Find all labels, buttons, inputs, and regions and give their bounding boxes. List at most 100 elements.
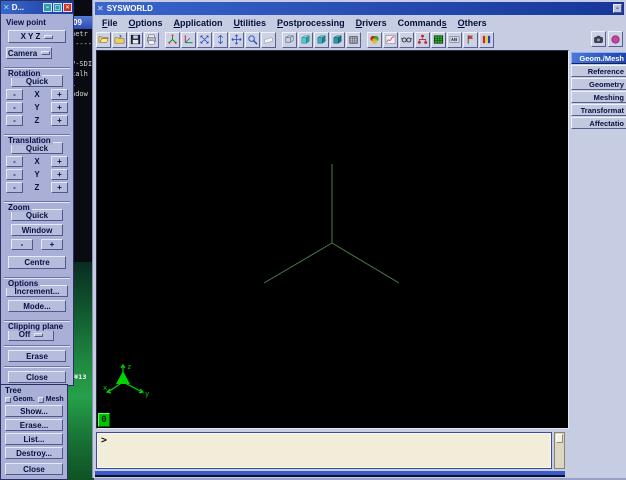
shaded-box-icon: [316, 34, 327, 45]
mode-button[interactable]: Mode...: [8, 300, 66, 312]
solid-box-button[interactable]: [330, 32, 345, 48]
svg-text:z: z: [127, 363, 131, 371]
rotation-z-minus-button[interactable]: -: [6, 115, 23, 126]
rotation-x-minus-button[interactable]: -: [6, 89, 23, 100]
translation-y-plus-button[interactable]: +: [51, 169, 68, 180]
mesh-view-icon: [433, 34, 444, 45]
tree-list-button[interactable]: List...: [5, 433, 63, 445]
tree-close-button[interactable]: Close: [5, 463, 63, 475]
camera-option-button[interactable]: Camera: [6, 47, 52, 59]
checkbox-geom[interactable]: Geom.: [5, 396, 35, 403]
checkbox-icon: [5, 397, 11, 403]
right-panel: Geom./MeshReferenceGeometryMeshingTransf…: [571, 50, 626, 429]
rotate-axes-button[interactable]: [165, 32, 180, 48]
rotation-row-y: -Y+: [6, 102, 68, 113]
maximize-icon[interactable]: □: [53, 3, 62, 12]
panel-tab-transformat[interactable]: Transformat: [571, 104, 626, 116]
axis-label: Z: [23, 116, 51, 125]
print-button[interactable]: [144, 32, 159, 48]
minimize-icon[interactable]: –: [613, 4, 622, 13]
label-button[interactable]: [447, 32, 462, 48]
toolbar-group: [165, 32, 276, 48]
zoom-extents-button[interactable]: [197, 32, 212, 48]
menu-file[interactable]: File: [102, 18, 118, 28]
menu-options[interactable]: Options: [129, 18, 163, 28]
glasses-button[interactable]: [399, 32, 414, 48]
hidden-line-box-button[interactable]: [298, 32, 313, 48]
checkbox-mesh[interactable]: Mesh: [38, 396, 64, 403]
glasses-icon: [401, 34, 412, 45]
tree-checkboxes: Geom.Mesh: [5, 396, 65, 403]
scrollbar-thumb[interactable]: [556, 434, 563, 443]
wireframe-box-button[interactable]: [282, 32, 297, 48]
toolbar-left: [96, 32, 500, 48]
tree-destroy-button[interactable]: Destroy...: [5, 447, 63, 459]
minimize-icon[interactable]: –: [43, 3, 52, 12]
panel-tab-meshing[interactable]: Meshing: [571, 91, 626, 103]
pan-button[interactable]: [229, 32, 244, 48]
separator: [4, 366, 70, 368]
save-button[interactable]: [128, 32, 143, 48]
translation-x-minus-button[interactable]: -: [6, 156, 23, 167]
camera-button[interactable]: [591, 31, 606, 47]
axis-label: Y: [23, 170, 51, 179]
marker-button[interactable]: [608, 31, 623, 47]
translation-label: Translation: [6, 136, 53, 145]
panel-tab-affectatio[interactable]: Affectatio: [571, 117, 626, 129]
solid-box-icon: [332, 34, 343, 45]
translation-y-minus-button[interactable]: -: [6, 169, 23, 180]
zoom-window-button[interactable]: Window: [11, 224, 63, 236]
menu-bar: File Options Application Utilities Postproce…: [93, 15, 626, 30]
command-input-area[interactable]: >: [96, 432, 552, 469]
toolbar-group: [367, 32, 494, 48]
colorbar-button[interactable]: [479, 32, 494, 48]
menu-postprocessing[interactable]: Postprocessing: [277, 18, 345, 28]
rotation-y-minus-button[interactable]: -: [6, 102, 23, 113]
tree-show-button[interactable]: Show...: [5, 405, 63, 417]
section-separator: Rotation: [4, 63, 70, 72]
zoom-in-button[interactable]: +: [41, 239, 63, 250]
menu-drivers[interactable]: Drivers: [356, 18, 387, 28]
options-label: Options: [6, 279, 40, 288]
menu-commands[interactable]: Commands: [398, 18, 447, 28]
command-scrollbar[interactable]: [554, 432, 565, 469]
toolbar-group: [96, 32, 159, 48]
render-icon: [369, 34, 380, 45]
graphics-viewport[interactable]: z x y 0: [96, 50, 569, 429]
menu-utilities[interactable]: Utilities: [234, 18, 267, 28]
close-icon[interactable]: ✕: [63, 3, 72, 12]
dialog-titlebar: ✕ D... –□✕: [1, 1, 73, 14]
group-tree-button[interactable]: [415, 32, 430, 48]
menu-others[interactable]: Others: [458, 18, 487, 28]
tree-erase-button[interactable]: Erase...: [5, 419, 63, 431]
panel-tab-geometry[interactable]: Geometry: [571, 78, 626, 90]
zoom-out-button[interactable]: -: [11, 239, 33, 250]
menu-application[interactable]: Application: [174, 18, 223, 28]
erase-button[interactable]: Erase: [8, 350, 66, 362]
translation-z-minus-button[interactable]: -: [6, 182, 23, 193]
centre-button[interactable]: Centre: [8, 256, 66, 269]
xyz-option-button[interactable]: X Y Z: [8, 30, 66, 43]
translation-z-plus-button[interactable]: +: [51, 182, 68, 193]
rotation-y-plus-button[interactable]: +: [51, 102, 68, 113]
mesh-box-button[interactable]: [346, 32, 361, 48]
flag-button[interactable]: [463, 32, 478, 48]
x11-app-icon: ✕: [3, 3, 10, 12]
open-folder-button[interactable]: [112, 32, 127, 48]
panel-tab-geom-mesh[interactable]: Geom./Mesh: [571, 52, 626, 64]
shaded-box-button[interactable]: [314, 32, 329, 48]
open-file-button[interactable]: [96, 32, 111, 48]
render-button[interactable]: [367, 32, 382, 48]
curve-plot-button[interactable]: [383, 32, 398, 48]
rotation-z-plus-button[interactable]: +: [51, 115, 68, 126]
panel-tab-reference[interactable]: Reference: [571, 65, 626, 77]
fit-vertical-button[interactable]: [213, 32, 228, 48]
close-button[interactable]: Close: [8, 371, 66, 383]
translation-x-plus-button[interactable]: +: [51, 156, 68, 167]
zoom-button[interactable]: [245, 32, 260, 48]
tree-panel: Tree Geom.Mesh Show...Erase...List...Des…: [0, 384, 68, 480]
mesh-view-button[interactable]: [431, 32, 446, 48]
rotation-x-plus-button[interactable]: +: [51, 89, 68, 100]
corner-axes-button[interactable]: [181, 32, 196, 48]
eraser-button[interactable]: [261, 32, 276, 48]
